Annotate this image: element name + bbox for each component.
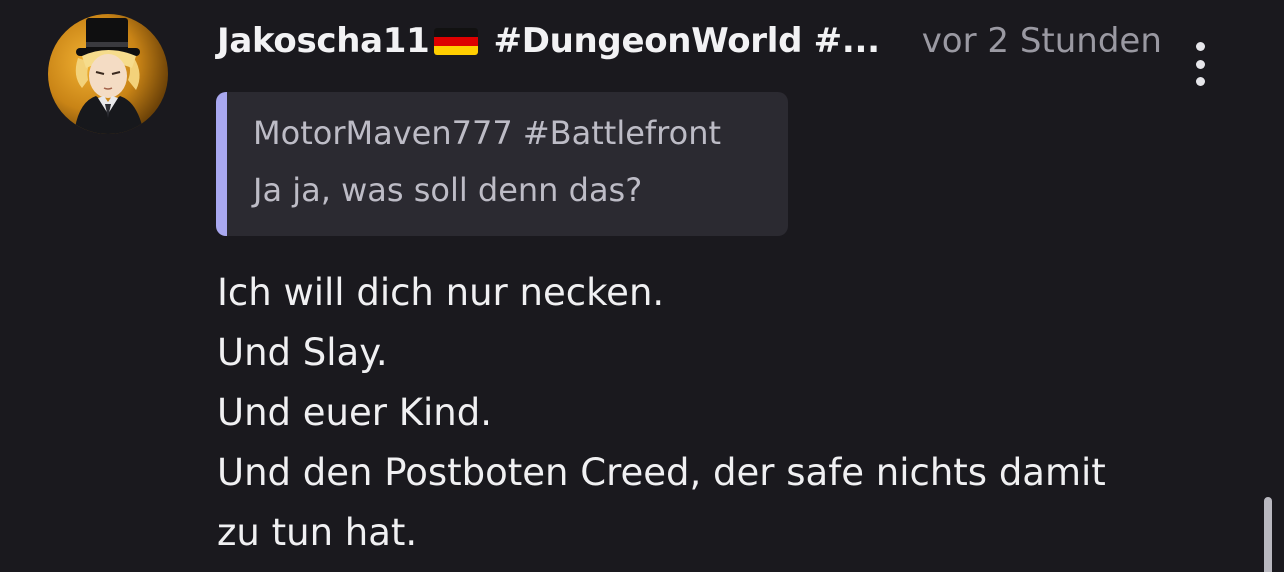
- scrollbar-thumb[interactable]: [1264, 497, 1272, 572]
- author-tags[interactable]: #DungeonWorld #...: [494, 21, 880, 61]
- quote-text: Ja ja, was soll denn das?: [253, 171, 643, 209]
- comment-body: Ich will dich nur necken. Und Slay. Und …: [217, 263, 1217, 563]
- avatar[interactable]: [48, 14, 168, 134]
- more-dot: [1195, 59, 1205, 69]
- comment-body-line: zu tun hat.: [217, 511, 418, 554]
- timestamp: vor 2 Stunden: [921, 21, 1162, 61]
- comment-header: Jakoscha11 #DungeonWorld #... vor 2 Stun…: [217, 18, 1177, 64]
- more-dot: [1195, 42, 1205, 51]
- comment-body-line: Und euer Kind.: [217, 391, 492, 434]
- quote-author: MotorMaven777 #Battlefront: [253, 114, 722, 152]
- more-vertical-icon[interactable]: [1185, 42, 1215, 86]
- more-dot: [1195, 77, 1205, 86]
- germany-flag-icon: [433, 27, 478, 55]
- quote-accent-bar: [216, 92, 227, 236]
- comment-body-line: Ich will dich nur necken.: [217, 271, 665, 314]
- comment-body-line: Und Slay.: [217, 331, 388, 374]
- comment-item: Jakoscha11 #DungeonWorld #... vor 2 Stun…: [0, 0, 1284, 572]
- quoted-comment[interactable]: MotorMaven777 #Battlefront Ja ja, was so…: [216, 92, 788, 236]
- avatar-image: [74, 18, 144, 134]
- author-name[interactable]: Jakoscha11: [217, 21, 430, 61]
- comment-body-line: Und den Postboten Creed, der safe nichts…: [217, 451, 1106, 494]
